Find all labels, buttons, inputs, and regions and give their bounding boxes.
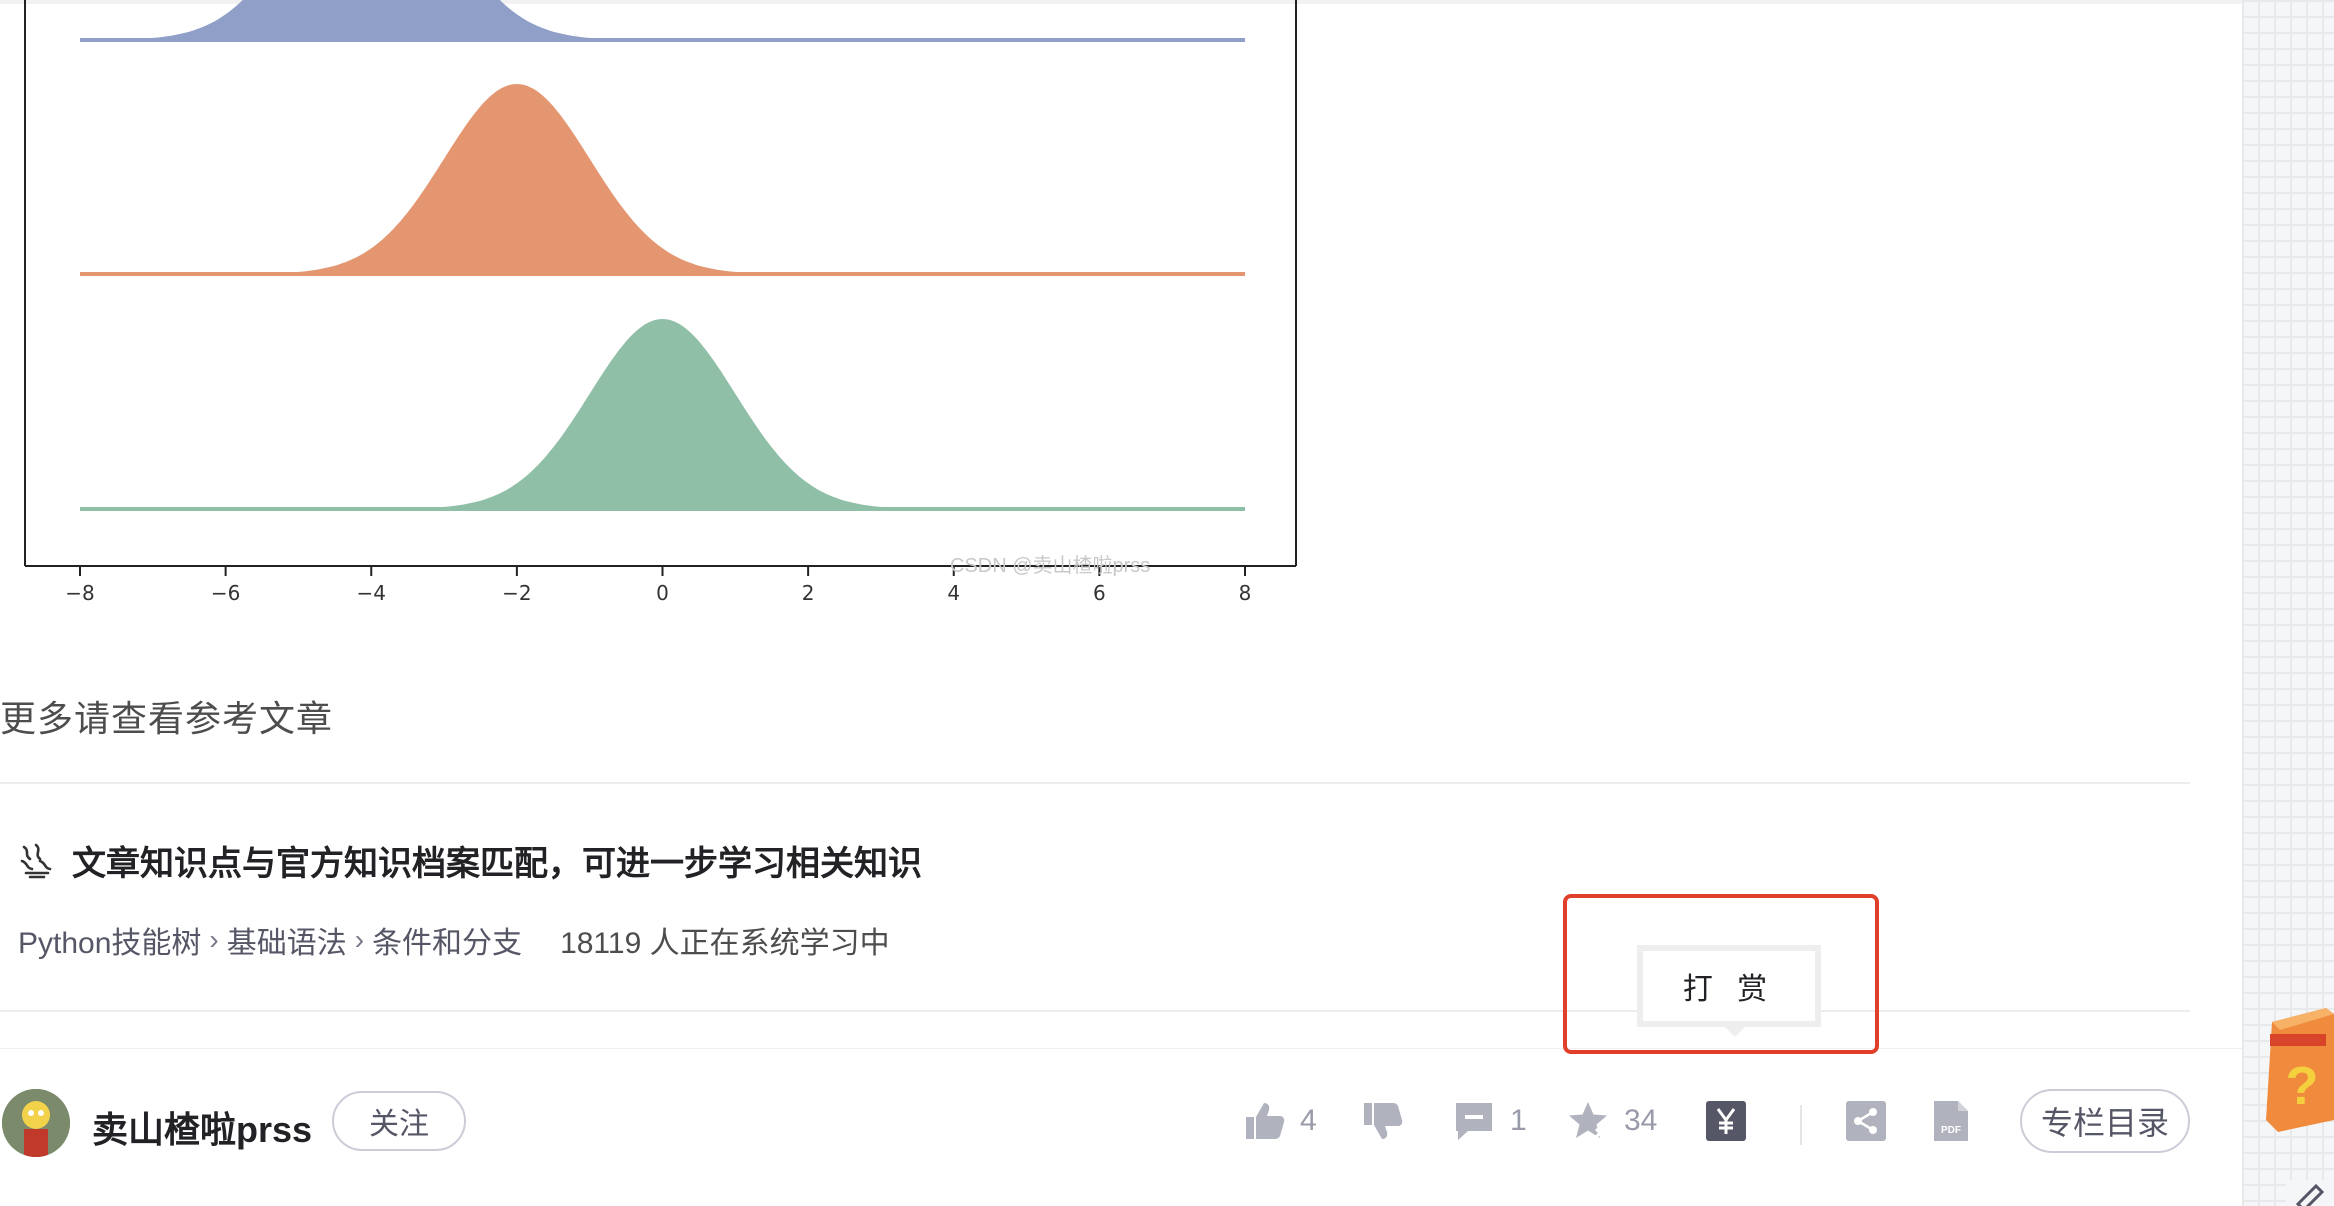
star-icon bbox=[1569, 1102, 1607, 1139]
chart-ridges bbox=[80, 0, 1245, 511]
thumbs-up-icon bbox=[1246, 1103, 1285, 1139]
path-link-basic-syntax[interactable]: 基础语法 bbox=[227, 918, 347, 962]
knowledge-title-text: 文章知识点与官方知识档案匹配，可进一步学习相关知识 bbox=[72, 845, 922, 883]
share-icon bbox=[1846, 1101, 1886, 1141]
reward-button[interactable] bbox=[1704, 1099, 1748, 1143]
x-tick-label: −6 bbox=[211, 581, 240, 605]
like-button[interactable]: 4 bbox=[1242, 1099, 1317, 1143]
x-tick-label: −4 bbox=[357, 581, 386, 605]
column-catalog-button[interactable]: 专栏目录 bbox=[2020, 1089, 2190, 1153]
edit-pencil-icon[interactable] bbox=[2286, 1180, 2334, 1206]
ridge-area-2 bbox=[80, 319, 1245, 509]
path-separator: › bbox=[209, 924, 219, 955]
share-button[interactable] bbox=[1844, 1099, 1888, 1143]
ridge-area-0 bbox=[80, 0, 1245, 40]
avatar[interactable] bbox=[2, 1089, 70, 1157]
knowledge-title: 文章知识点与官方知识档案匹配，可进一步学习相关知识 bbox=[16, 836, 922, 885]
svg-text:?: ? bbox=[2286, 1056, 2319, 1116]
avatar-image bbox=[2, 1089, 70, 1157]
x-tick-label: 6 bbox=[1093, 581, 1106, 605]
ridgeline-chart: −8 −6 −4 −2 0 2 4 6 8 CSDN @卖山楂啦prss bbox=[24, 0, 1297, 605]
x-tick-label: −2 bbox=[502, 581, 531, 605]
x-tick-label: 8 bbox=[1239, 581, 1252, 605]
knowledge-tree-icon bbox=[20, 843, 52, 878]
follow-button[interactable]: 关注 bbox=[332, 1091, 466, 1151]
comment-button[interactable]: 1 bbox=[1452, 1099, 1527, 1143]
chart-watermark: CSDN @卖山楂啦prss bbox=[950, 554, 1150, 577]
path-separator: › bbox=[354, 924, 365, 955]
more-reference-text: 更多请查看参考文章 bbox=[0, 698, 334, 739]
tooltip-arrow bbox=[1723, 1025, 1747, 1037]
reward-tooltip: 打 赏 bbox=[1637, 945, 1821, 1037]
x-tick-label: −8 bbox=[65, 581, 94, 605]
x-tick-label: 2 bbox=[802, 581, 815, 605]
thumbs-down-icon bbox=[1364, 1103, 1403, 1139]
pdf-icon: PDF bbox=[1934, 1101, 1968, 1141]
article-toolbar: 卖山楂啦prss 关注 4 1 34 PDF 专栏目录 bbox=[0, 1048, 2242, 1199]
x-tick-label: 4 bbox=[947, 581, 960, 605]
ridge-area-1 bbox=[80, 84, 1245, 274]
reward-yen-icon bbox=[1706, 1101, 1746, 1141]
dislike-button[interactable] bbox=[1360, 1099, 1404, 1143]
path-link-conditions-branches[interactable]: 条件和分支 bbox=[372, 918, 522, 962]
svg-text:PDF: PDF bbox=[1941, 1125, 1961, 1136]
toolbar-separator bbox=[1800, 1105, 1802, 1145]
comment-count: 1 bbox=[1510, 1104, 1527, 1137]
knowledge-path: Python技能树 › 基础语法 › 条件和分支 18119 人正在系统学习中 bbox=[18, 918, 890, 962]
reward-tooltip-label: 打 赏 bbox=[1682, 973, 1776, 1006]
favorite-count: 34 bbox=[1624, 1104, 1658, 1137]
pdf-download-button[interactable]: PDF bbox=[1928, 1099, 1972, 1143]
comment-icon bbox=[1456, 1103, 1492, 1140]
learner-count: 18119 人正在系统学习中 bbox=[560, 927, 890, 960]
favorite-button[interactable]: 34 bbox=[1566, 1099, 1657, 1143]
author-name[interactable]: 卖山楂啦prss bbox=[92, 1101, 312, 1153]
path-link-python-skill-tree[interactable]: Python技能树 bbox=[18, 918, 201, 962]
section-divider-top bbox=[0, 782, 2190, 784]
floating-mascot-ad[interactable]: ? bbox=[2256, 1000, 2334, 1140]
like-count: 4 bbox=[1300, 1104, 1317, 1137]
x-tick-label: 0 bbox=[656, 581, 669, 605]
